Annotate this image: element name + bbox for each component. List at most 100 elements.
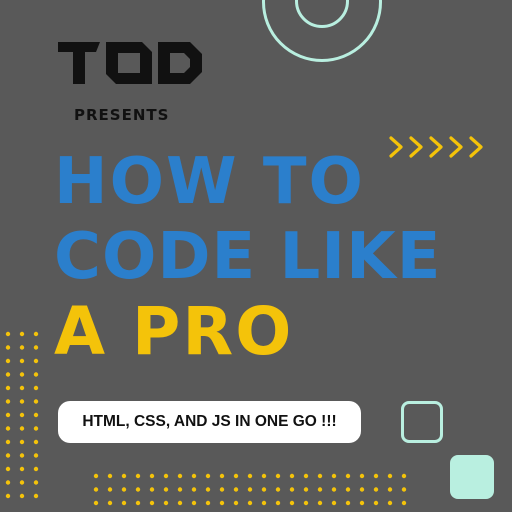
headline-line-3: A PRO (54, 293, 294, 370)
headline-line-1: HOW TO (54, 145, 365, 219)
dot (289, 487, 295, 492)
presents-label: PRESENTS (74, 106, 170, 124)
dot (191, 487, 197, 492)
dot (401, 487, 407, 492)
dot (303, 473, 309, 479)
dot (373, 473, 379, 479)
dot (345, 487, 351, 492)
dot (163, 473, 169, 479)
dot (387, 487, 393, 492)
dot (359, 487, 365, 492)
dot (373, 500, 379, 506)
dot (261, 487, 267, 492)
dot (345, 500, 351, 506)
dot (19, 385, 25, 391)
dot-grid-bottom (93, 473, 407, 506)
tagline-text: HTML, CSS, AND JS IN ONE GO !!! (82, 413, 337, 430)
dot (345, 473, 351, 479)
dot (19, 412, 25, 418)
dot (19, 480, 25, 485)
dot-grid-left (5, 331, 39, 499)
dot (205, 487, 211, 492)
dot (33, 439, 39, 445)
dot (5, 493, 11, 499)
dot (5, 345, 11, 350)
dot (33, 385, 39, 391)
dot (191, 473, 197, 479)
dot (135, 487, 141, 492)
dot (33, 372, 39, 377)
decorative-square-outline (401, 401, 443, 443)
dot (19, 439, 25, 445)
dot (149, 473, 155, 479)
dot (33, 426, 39, 431)
dot (5, 453, 11, 458)
dot (177, 500, 183, 506)
dot (33, 412, 39, 418)
dot (317, 500, 323, 506)
dot (149, 487, 155, 492)
dot (191, 500, 197, 506)
dot (33, 480, 39, 485)
dot (33, 345, 39, 350)
dot (33, 399, 39, 404)
dot (5, 399, 11, 404)
dot (331, 473, 337, 479)
dot (373, 487, 379, 492)
tagline-pill: HTML, CSS, AND JS IN ONE GO !!! (58, 401, 361, 443)
chevrons-decoration (389, 136, 483, 158)
dot (303, 500, 309, 506)
decorative-square-solid (450, 455, 494, 499)
dot (205, 473, 211, 479)
dot (205, 500, 211, 506)
dot (5, 466, 11, 472)
dot (5, 426, 11, 431)
dot (289, 473, 295, 479)
dot (177, 473, 183, 479)
dot (149, 500, 155, 506)
dot (33, 493, 39, 499)
dot (19, 466, 25, 472)
dot (5, 358, 11, 364)
dot (5, 331, 11, 337)
dot (275, 473, 281, 479)
dot (359, 473, 365, 479)
dot (19, 399, 25, 404)
dot (33, 358, 39, 364)
dot (5, 385, 11, 391)
dot (387, 473, 393, 479)
dot (33, 453, 39, 458)
dot (19, 493, 25, 499)
dot (107, 473, 113, 479)
dot (5, 372, 11, 377)
dot (19, 453, 25, 458)
dot (121, 487, 127, 492)
dot (233, 487, 239, 492)
dot (5, 480, 11, 485)
headline-line-2: CODE LIKE (54, 220, 442, 294)
dot (163, 500, 169, 506)
dot (247, 473, 253, 479)
dot (19, 345, 25, 350)
dot (163, 487, 169, 492)
dot (219, 473, 225, 479)
dot (247, 487, 253, 492)
dot (135, 473, 141, 479)
dot (19, 331, 25, 337)
dot (219, 500, 225, 506)
dot (19, 372, 25, 377)
dot (261, 500, 267, 506)
dot (289, 500, 295, 506)
dot (387, 500, 393, 506)
dot (261, 473, 267, 479)
dot (233, 500, 239, 506)
dot (331, 500, 337, 506)
dot (275, 487, 281, 492)
dot (121, 500, 127, 506)
dot (317, 487, 323, 492)
dot (359, 500, 365, 506)
tod-logo (58, 42, 202, 84)
dot (275, 500, 281, 506)
dot (93, 473, 99, 479)
dot (247, 500, 253, 506)
